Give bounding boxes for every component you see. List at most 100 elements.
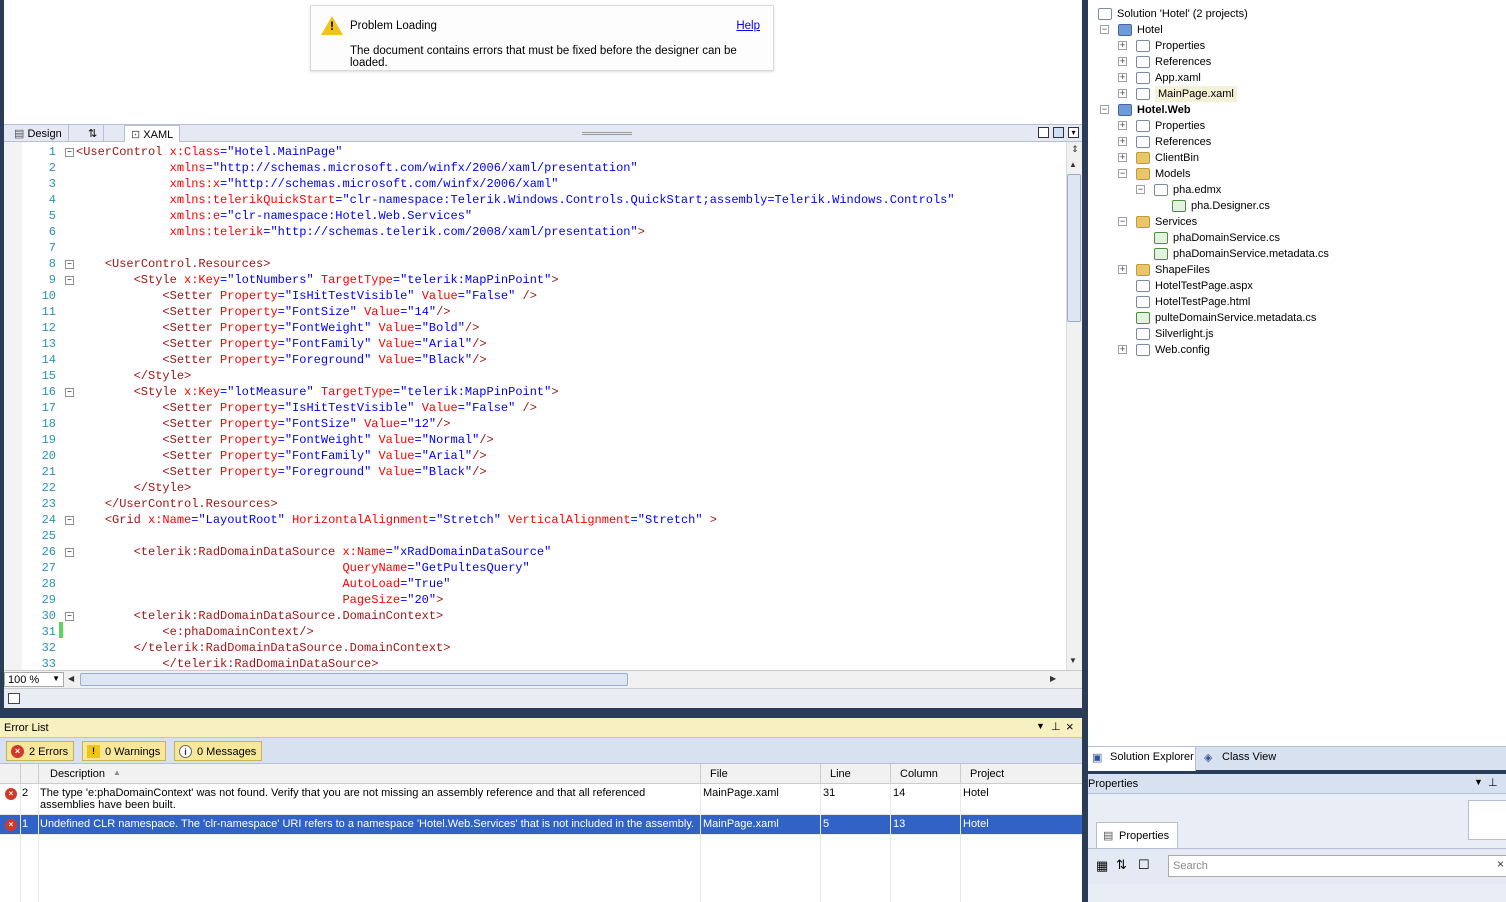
tree-node[interactable]: pulteDomainService.metadata.cs: [1155, 310, 1316, 326]
swap-panes-button[interactable]: ⇅: [82, 125, 105, 142]
expand-icon[interactable]: +: [1118, 41, 1127, 50]
code-line[interactable]: 32 </telerik:RadDomainDataSource.DomainC…: [4, 640, 1066, 656]
fold-collapse-icon[interactable]: −: [65, 548, 74, 557]
properties-tab[interactable]: ▤ Properties: [1096, 822, 1178, 848]
tree-node[interactable]: phaDomainService.metadata.cs: [1173, 246, 1329, 262]
properties-pin-icon[interactable]: ⊥: [1488, 776, 1498, 789]
xaml-code-editor[interactable]: 1− <UserControl x:Class="Hotel.MainPage" 2…: [4, 142, 1082, 670]
tree-node[interactable]: ClientBin: [1155, 150, 1199, 166]
close-icon[interactable]: ×: [1066, 719, 1074, 734]
col-line[interactable]: Line: [830, 768, 851, 780]
collapse-icon[interactable]: −: [1118, 169, 1127, 178]
expand-icon[interactable]: +: [1118, 57, 1127, 66]
collapse-icon[interactable]: −: [1136, 185, 1145, 194]
col-file[interactable]: File: [710, 768, 728, 780]
code-line[interactable]: 26− <telerik:RadDomainDataSource x:Name=…: [4, 544, 1066, 560]
code-line[interactable]: 3 xmlns:x="http://schemas.microsoft.com/…: [4, 176, 1066, 192]
tree-node[interactable]: App.xaml: [1155, 70, 1201, 86]
col-description[interactable]: Description: [50, 768, 105, 780]
tree-node[interactable]: Solution 'Hotel' (2 projects): [1117, 6, 1248, 22]
pin-icon[interactable]: ⊥: [1051, 720, 1061, 733]
code-line[interactable]: 14 <Setter Property="Foreground" Value="…: [4, 352, 1066, 368]
split-vertical-icon[interactable]: [1038, 127, 1049, 138]
expand-icon[interactable]: +: [1118, 345, 1127, 354]
scroll-up-icon[interactable]: ▲: [1069, 160, 1077, 169]
property-pages-icon[interactable]: ☐: [1138, 857, 1150, 873]
code-line[interactable]: 9− <Style x:Key="lotNumbers" TargetType=…: [4, 272, 1066, 288]
help-link[interactable]: Help: [736, 20, 760, 32]
code-line[interactable]: 28 AutoLoad="True": [4, 576, 1066, 592]
scroll-left-icon[interactable]: ◀: [68, 674, 74, 683]
code-line[interactable]: 25: [4, 528, 1066, 544]
code-line[interactable]: 27 QueryName="GetPultesQuery": [4, 560, 1066, 576]
expand-icon[interactable]: +: [1118, 121, 1127, 130]
code-line[interactable]: 12 <Setter Property="FontWeight" Value="…: [4, 320, 1066, 336]
code-line[interactable]: 30− <telerik:RadDomainDataSource.DomainC…: [4, 608, 1066, 624]
fold-collapse-icon[interactable]: −: [65, 148, 74, 157]
document-outline-icon[interactable]: [8, 693, 20, 704]
col-project[interactable]: Project: [970, 768, 1004, 780]
fold-collapse-icon[interactable]: −: [65, 388, 74, 397]
tree-node[interactable]: HotelTestPage.aspx: [1155, 278, 1253, 294]
code-line[interactable]: 7: [4, 240, 1066, 256]
expand-icon[interactable]: +: [1118, 89, 1127, 98]
fold-collapse-icon[interactable]: −: [65, 612, 74, 621]
code-line[interactable]: 8− <UserControl.Resources>: [4, 256, 1066, 272]
col-column[interactable]: Column: [900, 768, 938, 780]
error-row[interactable]: × 1 Undefined CLR namespace. The 'clr-na…: [0, 815, 1082, 835]
tab-class-view[interactable]: ◈ Class View: [1200, 747, 1300, 771]
split-handle-icon[interactable]: ⇕: [1069, 144, 1081, 158]
expand-icon[interactable]: +: [1118, 153, 1127, 162]
tree-node[interactable]: phaDomainService.cs: [1173, 230, 1280, 246]
code-line[interactable]: 16− <Style x:Key="lotMeasure" TargetType…: [4, 384, 1066, 400]
vertical-scroll-thumb[interactable]: [1067, 174, 1081, 322]
scroll-down-icon[interactable]: ▼: [1069, 656, 1077, 665]
code-line[interactable]: 2 xmlns="http://schemas.microsoft.com/wi…: [4, 160, 1066, 176]
errors-filter-button[interactable]: × 2 Errors: [6, 741, 75, 761]
code-line[interactable]: 31 <e:phaDomainContext/>: [4, 624, 1066, 640]
code-line[interactable]: 33 </telerik:RadDomainDataSource>: [4, 656, 1066, 670]
tree-node[interactable]: MainPage.xaml: [1155, 86, 1237, 102]
properties-search-input[interactable]: Search: [1168, 855, 1506, 877]
tree-node[interactable]: pha.Designer.cs: [1191, 198, 1270, 214]
code-line[interactable]: 15 </Style>: [4, 368, 1066, 384]
categorized-icon[interactable]: ▦: [1096, 858, 1108, 874]
code-line[interactable]: 1− <UserControl x:Class="Hotel.MainPage": [4, 144, 1066, 160]
tree-node[interactable]: pha.edmx: [1173, 182, 1221, 198]
code-line[interactable]: 24− <Grid x:Name="LayoutRoot" Horizontal…: [4, 512, 1066, 528]
tree-node[interactable]: Properties: [1155, 38, 1205, 54]
code-line[interactable]: 22 </Style>: [4, 480, 1066, 496]
code-line[interactable]: 19 <Setter Property="FontWeight" Value="…: [4, 432, 1066, 448]
zoom-select[interactable]: 100 % ▼: [4, 672, 64, 687]
expand-icon[interactable]: +: [1118, 73, 1127, 82]
fold-collapse-icon[interactable]: −: [65, 260, 74, 269]
clear-search-icon[interactable]: ×: [1497, 857, 1504, 871]
tree-node[interactable]: Hotel.Web: [1137, 102, 1191, 118]
code-line[interactable]: 20 <Setter Property="FontFamily" Value="…: [4, 448, 1066, 464]
collapse-icon[interactable]: −: [1100, 105, 1109, 114]
tab-solution-explorer[interactable]: ▣ Solution Explorer: [1088, 747, 1196, 771]
code-line[interactable]: 13 <Setter Property="FontFamily" Value="…: [4, 336, 1066, 352]
expand-icon[interactable]: +: [1118, 265, 1127, 274]
code-line[interactable]: 5 xmlns:e="clr-namespace:Hotel.Web.Servi…: [4, 208, 1066, 224]
code-line[interactable]: 4 xmlns:telerikQuickStart="clr-namespace…: [4, 192, 1066, 208]
tree-node[interactable]: HotelTestPage.html: [1155, 294, 1250, 310]
collapse-icon[interactable]: −: [1118, 217, 1127, 226]
tree-node[interactable]: Services: [1155, 214, 1197, 230]
tree-node[interactable]: References: [1155, 134, 1211, 150]
tree-node[interactable]: ShapeFiles: [1155, 262, 1210, 278]
tree-node[interactable]: References: [1155, 54, 1211, 70]
fold-collapse-icon[interactable]: −: [65, 276, 74, 285]
scroll-right-icon[interactable]: ▶: [1050, 674, 1056, 683]
tree-node[interactable]: Web.config: [1155, 342, 1210, 358]
properties-menu-icon[interactable]: ▼: [1474, 777, 1483, 787]
tab-xaml[interactable]: ⊡ XAML: [124, 125, 181, 142]
code-line[interactable]: 23 </UserControl.Resources>: [4, 496, 1066, 512]
alphabetical-sort-icon[interactable]: ⇅: [1116, 857, 1127, 873]
code-line[interactable]: 29 PageSize="20">: [4, 592, 1066, 608]
tab-design[interactable]: ▤ Design: [8, 125, 69, 142]
splitter-grip[interactable]: [582, 132, 632, 135]
tree-node[interactable]: Models: [1155, 166, 1190, 182]
tree-node[interactable]: Properties: [1155, 118, 1205, 134]
collapse-pane-icon[interactable]: ▾: [1068, 127, 1079, 138]
